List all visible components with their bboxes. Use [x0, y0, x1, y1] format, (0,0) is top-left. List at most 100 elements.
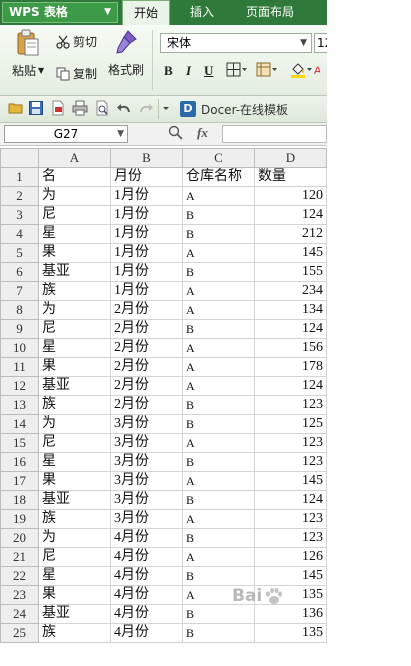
- cell-d[interactable]: 212: [254, 224, 327, 244]
- cell-a[interactable]: 族: [38, 509, 111, 529]
- cell-c[interactable]: A: [182, 357, 255, 377]
- undo-icon[interactable]: [116, 100, 132, 116]
- cell-c[interactable]: B: [182, 414, 255, 434]
- cell-c[interactable]: B: [182, 566, 255, 586]
- row-header[interactable]: 4: [0, 224, 39, 244]
- folder-open-icon[interactable]: [8, 100, 24, 116]
- name-box[interactable]: G27 ▼: [4, 125, 128, 143]
- font-size-select[interactable]: 12: [314, 33, 327, 53]
- cell-a[interactable]: 星: [38, 566, 111, 586]
- cell-b[interactable]: 3月份: [110, 490, 183, 510]
- cell-c[interactable]: A: [182, 300, 255, 320]
- cell-d[interactable]: 123: [254, 395, 327, 415]
- bold-button[interactable]: B: [164, 63, 173, 79]
- cell-c[interactable]: A: [182, 547, 255, 567]
- cell-a[interactable]: 尼: [38, 319, 111, 339]
- cell-b[interactable]: 1月份: [110, 243, 183, 263]
- export-pdf-icon[interactable]: [50, 100, 66, 116]
- row-header[interactable]: 24: [0, 604, 39, 624]
- cell-b[interactable]: 2月份: [110, 376, 183, 396]
- cell-d[interactable]: 234: [254, 281, 327, 301]
- cell-a[interactable]: 果: [38, 243, 111, 263]
- underline-button[interactable]: U: [204, 63, 213, 79]
- cell-d[interactable]: 123: [254, 528, 327, 548]
- cell-a[interactable]: 基亚: [38, 604, 111, 624]
- cell-c[interactable]: B: [182, 528, 255, 548]
- row-header[interactable]: 20: [0, 528, 39, 548]
- cell-d[interactable]: 123: [254, 433, 327, 453]
- cell-b[interactable]: 1月份: [110, 205, 183, 225]
- docer-templates-button[interactable]: D Docer-在线模板: [180, 100, 288, 118]
- cell-d[interactable]: 123: [254, 509, 327, 529]
- cell-b[interactable]: 1月份: [110, 224, 183, 244]
- cell-d[interactable]: 135: [254, 623, 327, 643]
- cell-a[interactable]: 为: [38, 528, 111, 548]
- cell-a[interactable]: 星: [38, 338, 111, 358]
- cell-a[interactable]: 基亚: [38, 376, 111, 396]
- cell-a[interactable]: 为: [38, 186, 111, 206]
- cell-b[interactable]: 1月份: [110, 262, 183, 282]
- row-header[interactable]: 16: [0, 452, 39, 472]
- select-all-corner[interactable]: [0, 148, 39, 168]
- cell-d[interactable]: 124: [254, 376, 327, 396]
- redo-icon[interactable]: [138, 100, 154, 116]
- cell-c[interactable]: A: [182, 186, 255, 206]
- row-header[interactable]: 3: [0, 205, 39, 225]
- cell-b[interactable]: 4月份: [110, 604, 183, 624]
- cell-c[interactable]: A: [182, 433, 255, 453]
- cell-c[interactable]: B: [182, 452, 255, 472]
- row-header[interactable]: 5: [0, 243, 39, 263]
- cell-a[interactable]: 基亚: [38, 490, 111, 510]
- cell-d[interactable]: 120: [254, 186, 327, 206]
- row-header[interactable]: 6: [0, 262, 39, 282]
- cell-d[interactable]: 134: [254, 300, 327, 320]
- column-header-c[interactable]: C: [182, 148, 255, 168]
- cell-d[interactable]: 155: [254, 262, 327, 282]
- format-painter-button[interactable]: 格式刷: [108, 29, 144, 78]
- cell-d[interactable]: 124: [254, 205, 327, 225]
- cell-d[interactable]: 178: [254, 357, 327, 377]
- cell-b[interactable]: 4月份: [110, 566, 183, 586]
- cell-c[interactable]: B: [182, 395, 255, 415]
- cell-a[interactable]: 为: [38, 414, 111, 434]
- fill-color-button[interactable]: A: [290, 62, 322, 82]
- italic-button[interactable]: I: [186, 63, 191, 79]
- cell-c[interactable]: A: [182, 281, 255, 301]
- cell-b[interactable]: 3月份: [110, 414, 183, 434]
- cell-b[interactable]: 3月份: [110, 433, 183, 453]
- formula-input[interactable]: [222, 125, 327, 143]
- cell-c[interactable]: B: [182, 205, 255, 225]
- fx-icon[interactable]: fx: [197, 125, 208, 141]
- cell-b[interactable]: 1月份: [110, 186, 183, 206]
- save-icon[interactable]: [28, 100, 44, 116]
- column-header-a[interactable]: A: [38, 148, 111, 168]
- row-header[interactable]: 10: [0, 338, 39, 358]
- cell-a[interactable]: 名: [38, 167, 111, 187]
- column-header-b[interactable]: B: [110, 148, 183, 168]
- cell-d[interactable]: 125: [254, 414, 327, 434]
- tab-page-layout[interactable]: 页面布局: [246, 0, 294, 25]
- row-header[interactable]: 11: [0, 357, 39, 377]
- row-header[interactable]: 1: [0, 167, 39, 187]
- cell-b[interactable]: 4月份: [110, 585, 183, 605]
- row-header[interactable]: 7: [0, 281, 39, 301]
- cell-c[interactable]: B: [182, 224, 255, 244]
- cell-c[interactable]: A: [182, 338, 255, 358]
- cell-b[interactable]: 4月份: [110, 528, 183, 548]
- row-header[interactable]: 12: [0, 376, 39, 396]
- cell-b[interactable]: 月份: [110, 167, 183, 187]
- row-header[interactable]: 19: [0, 509, 39, 529]
- row-header[interactable]: 23: [0, 585, 39, 605]
- print-preview-icon[interactable]: [94, 100, 110, 116]
- font-name-select[interactable]: 宋体 ▼: [160, 33, 312, 53]
- cell-a[interactable]: 果: [38, 471, 111, 491]
- row-header[interactable]: 15: [0, 433, 39, 453]
- cell-a[interactable]: 族: [38, 623, 111, 643]
- cell-c[interactable]: B: [182, 319, 255, 339]
- row-header[interactable]: 14: [0, 414, 39, 434]
- cell-d[interactable]: 156: [254, 338, 327, 358]
- cell-b[interactable]: 3月份: [110, 509, 183, 529]
- cell-a[interactable]: 基亚: [38, 262, 111, 282]
- cell-a[interactable]: 尼: [38, 205, 111, 225]
- cell-d[interactable]: 126: [254, 547, 327, 567]
